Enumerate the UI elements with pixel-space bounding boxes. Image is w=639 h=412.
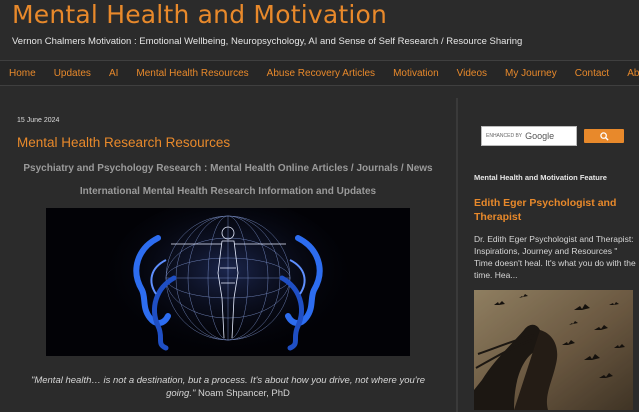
post-quote: "Mental health… is not a destination, bu… <box>20 374 436 400</box>
post-title[interactable]: Mental Health Research Resources <box>17 135 230 150</box>
search-button[interactable] <box>584 129 624 143</box>
sidebar: ENHANCED BY Google Mental Health and Mot… <box>460 98 639 412</box>
nav-item-updates[interactable]: Updates <box>45 68 100 79</box>
feature-title-link[interactable]: Edith Eger Psychologist and Therapist <box>474 196 634 224</box>
nav-item-home[interactable]: Home <box>0 68 45 79</box>
hero-image[interactable] <box>46 208 410 356</box>
column-divider <box>456 98 458 412</box>
post-date: 15 June 2024 <box>17 117 60 124</box>
site-header: Mental Health and Motivation Vernon Chal… <box>0 0 639 58</box>
site-title[interactable]: Mental Health and Motivation <box>12 0 387 29</box>
nav-item-ai[interactable]: AI <box>100 68 127 79</box>
nav-item-motivation[interactable]: Motivation <box>384 68 448 79</box>
post-subtitle: Psychiatry and Psychology Research : Men… <box>23 163 433 174</box>
feature-snippet: Dr. Edith Eger Psychologist and Therapis… <box>474 234 636 280</box>
nav-item-my-journey[interactable]: My Journey <box>496 68 566 79</box>
search-enhanced-label: ENHANCED BY <box>486 133 523 139</box>
hero-illustration <box>46 208 410 356</box>
google-logo: Google <box>525 131 555 141</box>
quote-author: Noam Shpancer, PhD <box>198 388 290 399</box>
feature-image[interactable] <box>474 290 633 410</box>
nav-item-videos[interactable]: Videos <box>448 68 496 79</box>
site-description: Vernon Chalmers Motivation : Emotional W… <box>12 36 523 47</box>
search-icon <box>599 131 609 141</box>
feature-illustration <box>474 290 633 410</box>
nav-item-mental-health-resources[interactable]: Mental Health Resources <box>127 68 257 79</box>
feature-heading: Mental Health and Motivation Feature <box>474 173 607 182</box>
main-content: 15 June 2024 Mental Health Research Reso… <box>0 98 456 412</box>
search-input[interactable]: ENHANCED BY Google <box>481 126 577 146</box>
post-subtitle-secondary: International Mental Health Research Inf… <box>79 186 377 197</box>
main-nav: Home Updates AI Mental Health Resources … <box>0 60 639 86</box>
nav-item-about[interactable]: About <box>618 68 639 79</box>
nav-item-abuse-recovery-articles[interactable]: Abuse Recovery Articles <box>258 68 384 79</box>
nav-item-contact[interactable]: Contact <box>566 68 618 79</box>
